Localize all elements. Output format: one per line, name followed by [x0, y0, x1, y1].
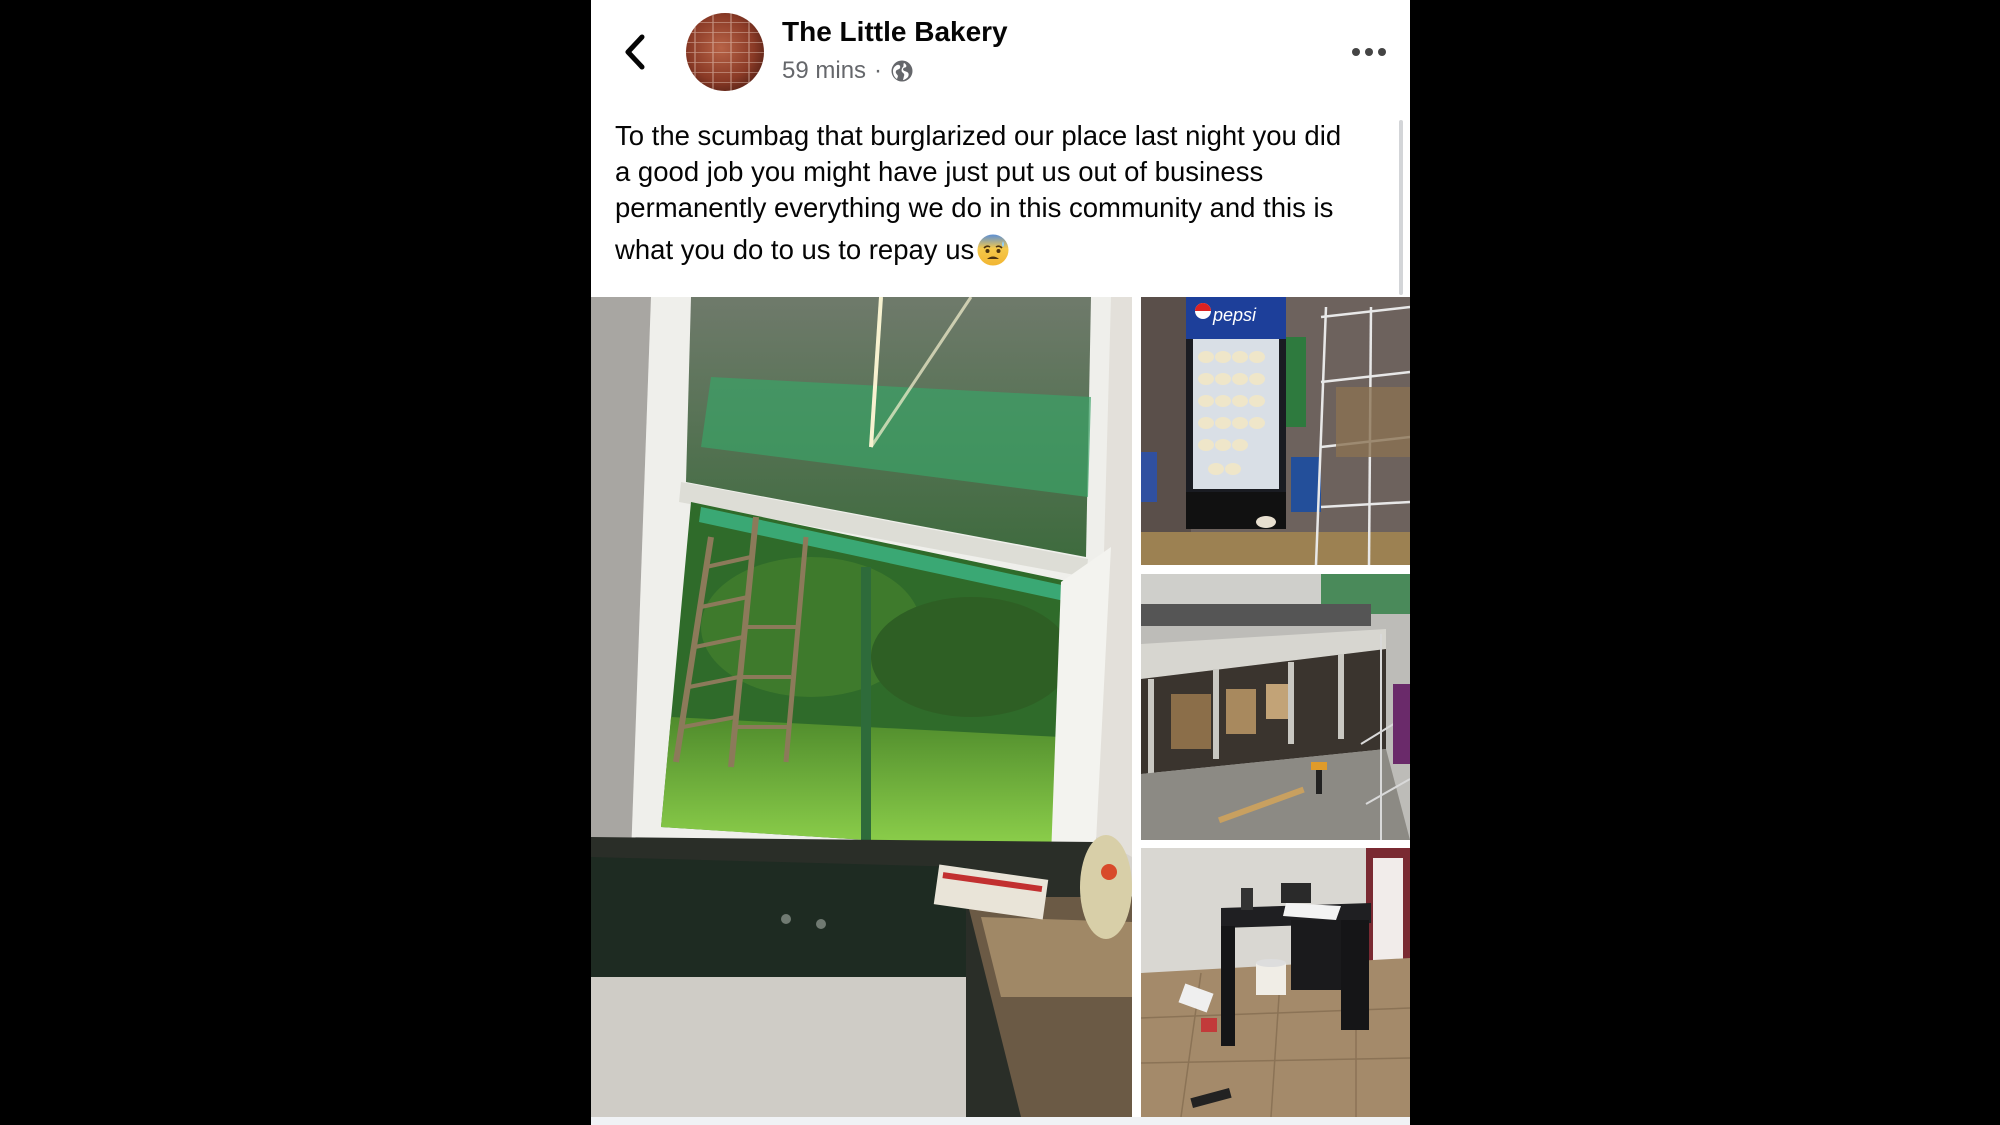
feed-divider [591, 1117, 1410, 1125]
meta-separator: · [874, 57, 883, 84]
back-button[interactable] [613, 25, 657, 79]
page-avatar[interactable] [686, 13, 764, 91]
more-horizontal-icon [1352, 48, 1386, 56]
scrollbar[interactable] [1399, 120, 1403, 295]
more-options-button[interactable] [1341, 30, 1397, 74]
post-text-line: what you do to us to repay us [615, 234, 975, 265]
post-timestamp[interactable]: 59 mins [782, 57, 866, 85]
post-text-line: permanently everything we do in this com… [615, 192, 1334, 223]
post-text-line: a good job you might have just put us ou… [615, 156, 1264, 187]
post-body: To the scumbag that burglarized our plac… [615, 118, 1405, 268]
globe-icon[interactable] [890, 59, 914, 83]
photo-counter-cabinets[interactable] [1141, 574, 1410, 840]
post-screen: The Little Bakery 59 mins · To the scumb… [591, 0, 1410, 1125]
chevron-left-icon [625, 34, 645, 70]
photo-desk-floor[interactable] [1141, 848, 1410, 1117]
anxious-face-with-sweat-emoji [977, 234, 1009, 266]
post-header: The Little Bakery 59 mins · [591, 0, 1410, 105]
photo-window-ladder[interactable] [591, 297, 1132, 1117]
post-text-line: To the scumbag that burglarized our plac… [615, 120, 1342, 151]
photo-pepsi-fridge[interactable]: pepsi [1141, 297, 1410, 565]
page-name[interactable]: The Little Bakery [782, 16, 1008, 48]
pepsi-logo-text: pepsi [1212, 305, 1257, 325]
post-text-last-line: what you do to us to repay us [615, 232, 1405, 268]
post-meta: 59 mins · [782, 56, 914, 86]
